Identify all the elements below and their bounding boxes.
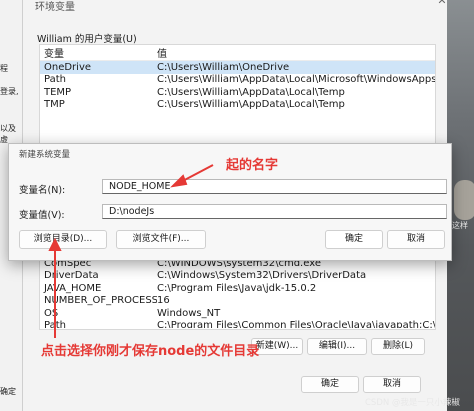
variable-name-input[interactable]: NODE_HOME bbox=[102, 179, 447, 194]
user-vars-table[interactable]: 变量 值 OneDrive C:\Users\William\OneDrive … bbox=[39, 44, 436, 146]
dialog-title: 新建系统变量 bbox=[19, 150, 71, 160]
variable-name-label: 变量名(N): bbox=[19, 185, 66, 196]
table-row[interactable]: Path C:\Program Files\Common Files\Oracl… bbox=[40, 320, 435, 328]
close-icon[interactable]: ✕ bbox=[431, 0, 453, 12]
table-header: 变量 值 bbox=[40, 45, 435, 61]
browse-file-button[interactable]: 浏览文件(F)... bbox=[116, 230, 206, 249]
row-value: C:\Windows\System32\Drivers\DriverData bbox=[157, 270, 367, 282]
bg-text-4: 确定 bbox=[0, 387, 16, 396]
watermark: CSDN @我是一只小辣椒 bbox=[365, 398, 460, 408]
cancel-button[interactable]: 取消 bbox=[363, 376, 421, 393]
row-value: C:\Users\William\AppData\Local\Temp bbox=[157, 86, 345, 98]
user-vars-label: William 的用户变量(U) bbox=[37, 34, 137, 45]
row-name: OneDrive bbox=[44, 61, 92, 73]
row-value: Windows_NT bbox=[157, 307, 221, 319]
row-name: Path bbox=[44, 319, 66, 328]
variable-value-label: 变量值(V): bbox=[19, 210, 65, 221]
annotation-name-hint: 起的名字 bbox=[226, 158, 279, 173]
row-name: TEMP bbox=[44, 86, 72, 98]
row-value: 16 bbox=[157, 295, 170, 307]
right-edge-text: 这样 bbox=[452, 221, 468, 230]
bg-text-1: 程 bbox=[0, 64, 8, 73]
row-name: Path bbox=[44, 74, 66, 86]
browse-directory-button[interactable]: 浏览目录(D)... bbox=[19, 230, 107, 249]
row-value: C:\Program Files\Java\jdk-15.0.2 bbox=[157, 282, 317, 294]
table-row[interactable]: OS Windows_NT bbox=[40, 307, 435, 320]
delete-system-var-button[interactable]: 删除(L) bbox=[371, 338, 425, 355]
desktop-image-shape bbox=[454, 180, 474, 220]
table-row[interactable]: DriverData C:\Windows\System32\Drivers\D… bbox=[40, 270, 435, 283]
column-header-value[interactable]: 值 bbox=[157, 45, 435, 60]
row-name: JAVA_HOME bbox=[44, 282, 102, 294]
table-row[interactable]: Path C:\Users\William\AppData\Local\Micr… bbox=[40, 74, 435, 87]
row-name: DriverData bbox=[44, 270, 99, 282]
table-row[interactable]: OneDrive C:\Users\William\OneDrive bbox=[40, 61, 435, 74]
table-row[interactable]: NUMBER_OF_PROCESSORS 16 bbox=[40, 295, 435, 308]
dialog-ok-button[interactable]: 确定 bbox=[325, 230, 383, 249]
table-row[interactable]: JAVA_HOME C:\Program Files\Java\jdk-15.0… bbox=[40, 282, 435, 295]
ok-button[interactable]: 确定 bbox=[301, 376, 359, 393]
row-value: C:\Users\William\AppData\Local\Temp bbox=[157, 99, 345, 111]
table-row[interactable]: TMP C:\Users\William\AppData\Local\Temp bbox=[40, 99, 435, 112]
annotation-path-hint: 点击选择你刚才保存node的文件目录 bbox=[41, 344, 260, 359]
row-name: TMP bbox=[44, 99, 65, 111]
row-name: NUMBER_OF_PROCESSORS bbox=[44, 295, 157, 307]
row-name: OS bbox=[44, 307, 59, 319]
dialog-cancel-button[interactable]: 取消 bbox=[387, 230, 445, 249]
bg-text-2: 登录, bbox=[0, 87, 19, 96]
edit-system-var-button[interactable]: 编辑(I)... bbox=[307, 338, 367, 355]
row-value: C:\Program Files\Common Files\Oracle\Jav… bbox=[157, 319, 435, 328]
row-value: C:\Users\William\OneDrive bbox=[157, 61, 290, 73]
variable-value-input[interactable]: D:\nodeJs bbox=[102, 204, 447, 219]
bg-text-3: 以及虚 bbox=[0, 124, 16, 144]
table-row[interactable]: TEMP C:\Users\William\AppData\Local\Temp bbox=[40, 86, 435, 99]
window-title: 环境变量 bbox=[35, 2, 75, 13]
column-header-name[interactable]: 变量 bbox=[40, 45, 157, 60]
row-value: C:\Users\William\AppData\Local\Microsoft… bbox=[157, 74, 435, 86]
